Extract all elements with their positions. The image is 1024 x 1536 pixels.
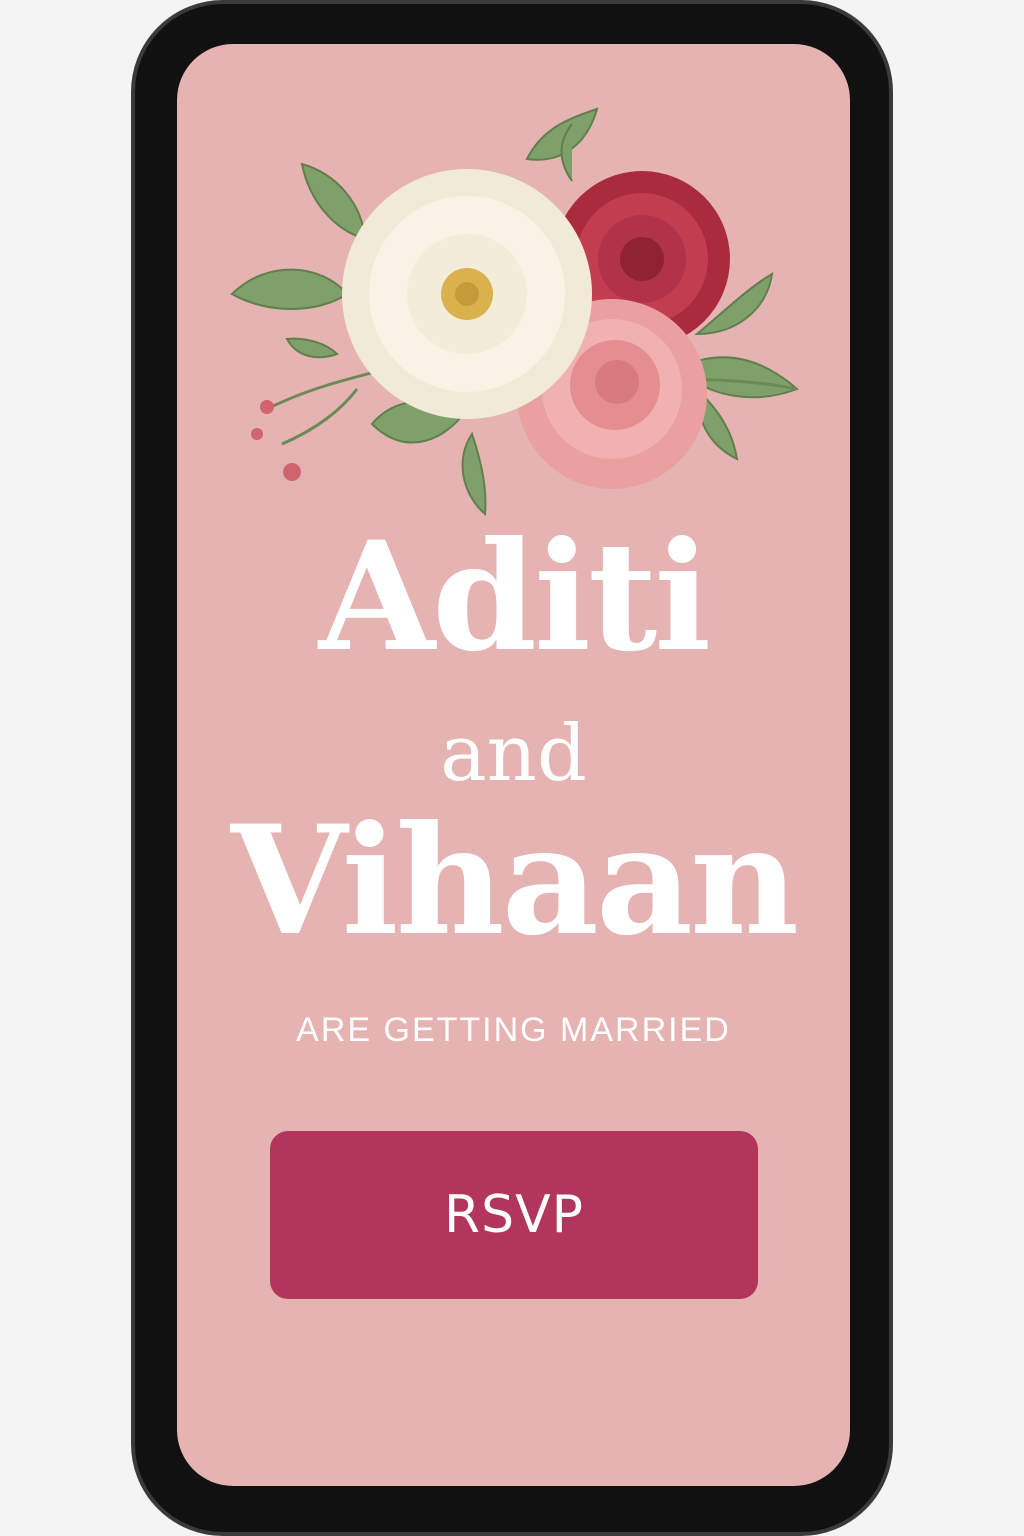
tagline: ARE GETTING MARRIED: [296, 1011, 731, 1049]
bride-name: Aditi: [318, 509, 712, 685]
names-connector: and: [440, 709, 587, 799]
groom-name: Vihaan: [230, 793, 799, 969]
floral-bouquet-icon: [230, 107, 799, 517]
rsvp-button[interactable]: RSVP: [270, 1131, 758, 1299]
invitation-screen: Aditi and Vihaan ARE GETTING MARRIED RSV…: [177, 44, 850, 1486]
